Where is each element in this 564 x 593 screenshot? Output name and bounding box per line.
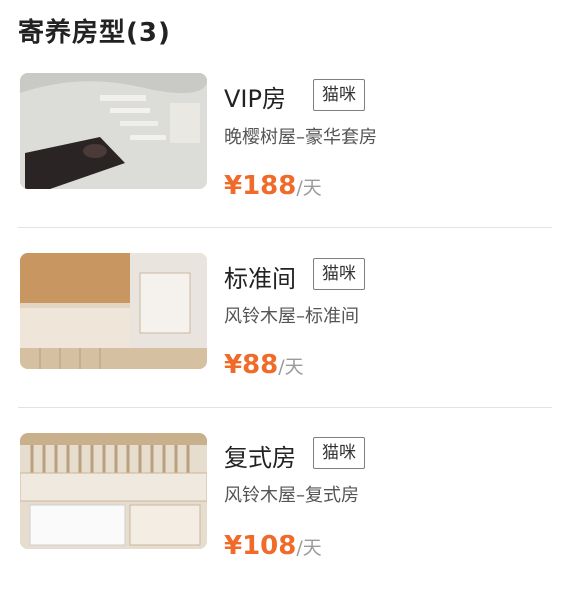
pet-type-tag: 猫咪 — [313, 437, 365, 469]
room-photo-image — [20, 433, 207, 549]
room-photo[interactable] — [20, 253, 207, 369]
room-price: ¥188/天 — [224, 171, 322, 201]
divider — [18, 407, 552, 408]
room-photo-image — [20, 73, 207, 189]
room-photo[interactable] — [20, 73, 207, 189]
room-subtitle: 风铃木屋–标准间 — [224, 306, 359, 327]
room-price: ¥88/天 — [224, 350, 304, 380]
room-subtitle: 风铃木屋–复式房 — [224, 485, 359, 506]
room-card-vip[interactable]: VIP房 猫咪 晚樱树屋–豪华套房 ¥188/天 — [0, 55, 564, 235]
room-photo-image — [20, 253, 207, 369]
divider — [18, 227, 552, 228]
price-unit: /天 — [296, 177, 322, 199]
price-amount: ¥88 — [224, 350, 279, 380]
room-name: 复式房 — [224, 444, 296, 472]
pet-type-tag: 猫咪 — [313, 258, 365, 290]
room-card-standard[interactable]: 标准间 猫咪 风铃木屋–标准间 ¥88/天 — [0, 234, 564, 414]
room-card-duplex[interactable]: 复式房 猫咪 风铃木屋–复式房 ¥108/天 — [0, 413, 564, 593]
section-title: 寄养房型(3) — [18, 18, 171, 48]
price-amount: ¥108 — [224, 531, 297, 561]
price-unit: /天 — [296, 537, 322, 559]
room-price: ¥108/天 — [224, 531, 322, 561]
room-name: 标准间 — [224, 265, 296, 293]
room-subtitle: 晚樱树屋–豪华套房 — [224, 127, 377, 148]
room-name: VIP房 — [224, 85, 286, 113]
room-photo[interactable] — [20, 433, 207, 549]
price-unit: /天 — [278, 356, 304, 378]
pet-type-tag: 猫咪 — [313, 79, 365, 111]
price-amount: ¥188 — [224, 171, 297, 201]
